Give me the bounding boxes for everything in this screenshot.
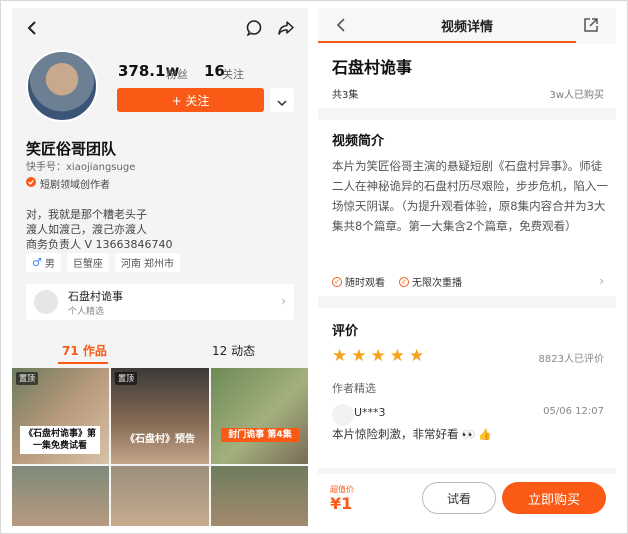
profile-handle: 快手号：xiaojiangsuge	[26, 162, 136, 173]
star-icon: ★	[370, 346, 386, 366]
check-icon: ✓	[399, 276, 409, 287]
video-thumbnail[interactable]	[211, 466, 308, 526]
creator-badge: 短剧领域创作者	[26, 176, 110, 191]
intro-card: 视频简介 本片为笑匠俗哥主演的悬疑短剧《石盘村异事》。师徒二人在神秘诡异的石盘村…	[318, 120, 616, 296]
author-picks-label: 作者精选	[332, 382, 376, 395]
gender-tag: ♂ 男	[26, 253, 61, 272]
eyes-emoji-icon: 👀	[461, 427, 476, 441]
purchase-count: 3w人已购买	[549, 90, 604, 101]
video-thumbnail[interactable]: 置顶 《石盘村诡事》第一集免费试看	[12, 368, 109, 464]
commenter-avatar	[332, 404, 354, 426]
share-icon[interactable]	[274, 16, 298, 40]
tab-works[interactable]: 71 作品	[62, 342, 107, 359]
gender-label: 男	[44, 259, 55, 270]
perk-item: ✓ 随时观看	[332, 274, 385, 289]
follow-button[interactable]: + 关注	[117, 88, 264, 112]
bio-line: 商务负责人 V 13663846740	[26, 238, 173, 251]
purchase-bar: 超值价 ¥1 试看 立即购买	[318, 474, 616, 526]
profile-avatar[interactable]	[26, 50, 98, 122]
pinned-badge: 置顶	[115, 372, 137, 385]
zodiac-tag: 巨蟹座	[66, 253, 109, 272]
comment-body: 本片惊险刺激，非常好看 👀 👍	[332, 426, 492, 442]
star-rating: ★ ★ ★ ★ ★	[332, 348, 424, 365]
followers-label: 粉丝	[166, 68, 188, 81]
preview-button[interactable]: 试看	[422, 482, 496, 514]
collection-subtitle: 个人精选	[68, 307, 105, 317]
check-icon: ✓	[332, 276, 342, 287]
chevron-right-icon: ›	[599, 274, 604, 288]
video-caption: 封门诡事 第4集	[221, 428, 299, 442]
price-value: ¥1	[330, 494, 352, 513]
profile-tabs: 71 作品 12 动态	[12, 338, 308, 366]
video-title: 石盘村诡事	[332, 58, 413, 77]
thumbs-up-emoji-icon: 👍	[478, 427, 492, 441]
header-progress-line	[318, 41, 576, 43]
profile-tags: ♂ 男 巨蟹座 河南 郑州市	[26, 253, 181, 272]
follow-options-button[interactable]	[270, 88, 294, 112]
chevron-down-icon	[277, 91, 287, 110]
perk-label: 无限次重播	[412, 278, 462, 289]
star-icon: ★	[389, 346, 405, 366]
price-text: ¥1	[330, 494, 353, 513]
following-label: 关注	[222, 68, 244, 81]
profile-top-bar	[12, 8, 308, 48]
video-thumbnail[interactable]	[12, 466, 109, 526]
collection-title: 石盘村诡事	[68, 290, 123, 303]
male-icon: ♂	[32, 256, 42, 269]
video-thumbnail[interactable]: 置顶 《石盘村》预告	[111, 368, 209, 464]
star-icon: ★	[409, 346, 425, 366]
profile-name: 笑匠俗哥团队	[26, 140, 117, 158]
episode-count: 共3集	[332, 90, 359, 101]
video-thumbnail[interactable]: 封门诡事 第4集	[211, 368, 308, 464]
detail-top-bar: 视频详情	[318, 8, 616, 44]
video-caption: 《石盘村》预告	[125, 434, 195, 445]
collection-thumbnail	[34, 290, 58, 314]
bio-line: 渡人如渡己，渡己亦渡人	[26, 223, 147, 236]
back-icon[interactable]	[20, 16, 44, 40]
works-grid: 置顶 《石盘村诡事》第一集免费试看 置顶 《石盘村》预告 封门诡事 第4集	[12, 368, 308, 526]
tab-moments[interactable]: 12 动态	[212, 342, 255, 359]
perk-item: ✓ 无限次重播	[399, 274, 462, 289]
evaluation-title: 评价	[332, 324, 359, 339]
intro-text: 本片为笑匠俗哥主演的悬疑短剧《石盘村异事》。师徒二人在神秘诡异的石盘村历尽艰险，…	[332, 159, 608, 233]
video-detail-panel: 视频详情 石盘村诡事 共3集 3w人已购买 视频简介 本片为笑匠俗哥主演的悬疑短…	[318, 8, 616, 526]
perk-label: 随时观看	[345, 278, 385, 289]
buy-now-button[interactable]: 立即购买	[502, 482, 606, 514]
chevron-right-icon: ›	[281, 294, 286, 308]
comment-text: 本片惊险刺激，非常好看	[332, 427, 459, 441]
active-tab-indicator	[58, 362, 108, 364]
detail-header-title: 视频详情	[440, 20, 493, 35]
intro-title: 视频简介	[332, 134, 385, 149]
profile-panel: 378.1w 粉丝 16 关注 + 关注 笑匠俗哥团队 快手号：xiaojian…	[12, 8, 308, 526]
message-icon[interactable]	[242, 16, 266, 40]
external-link-icon[interactable]	[580, 14, 602, 36]
evaluation-card: 评价 ★ ★ ★ ★ ★ 8823人已评价 作者精选 U***3 05/06 1…	[318, 308, 616, 468]
verified-icon	[26, 177, 36, 190]
collection-card[interactable]: 石盘村诡事 个人精选 ›	[26, 284, 294, 320]
bio-line: 对，我就是那个糟老头子	[26, 208, 147, 221]
title-card: 石盘村诡事 共3集 3w人已购买	[318, 44, 616, 108]
pinned-badge: 置顶	[16, 372, 38, 385]
star-icon: ★	[351, 346, 367, 366]
location-tag: 河南 郑州市	[114, 253, 181, 272]
commenter-name: U***3	[354, 406, 386, 419]
video-caption: 《石盘村诡事》第一集免费试看	[20, 426, 100, 454]
evaluation-count[interactable]: 8823人已评价	[539, 350, 604, 365]
creator-badge-label: 短剧领域创作者	[40, 180, 110, 191]
video-thumbnail[interactable]	[111, 466, 209, 526]
comment-date: 05/06 12:07	[543, 406, 604, 417]
perks-row[interactable]: ✓ 随时观看 ✓ 无限次重播	[332, 274, 462, 289]
star-icon: ★	[332, 346, 348, 366]
